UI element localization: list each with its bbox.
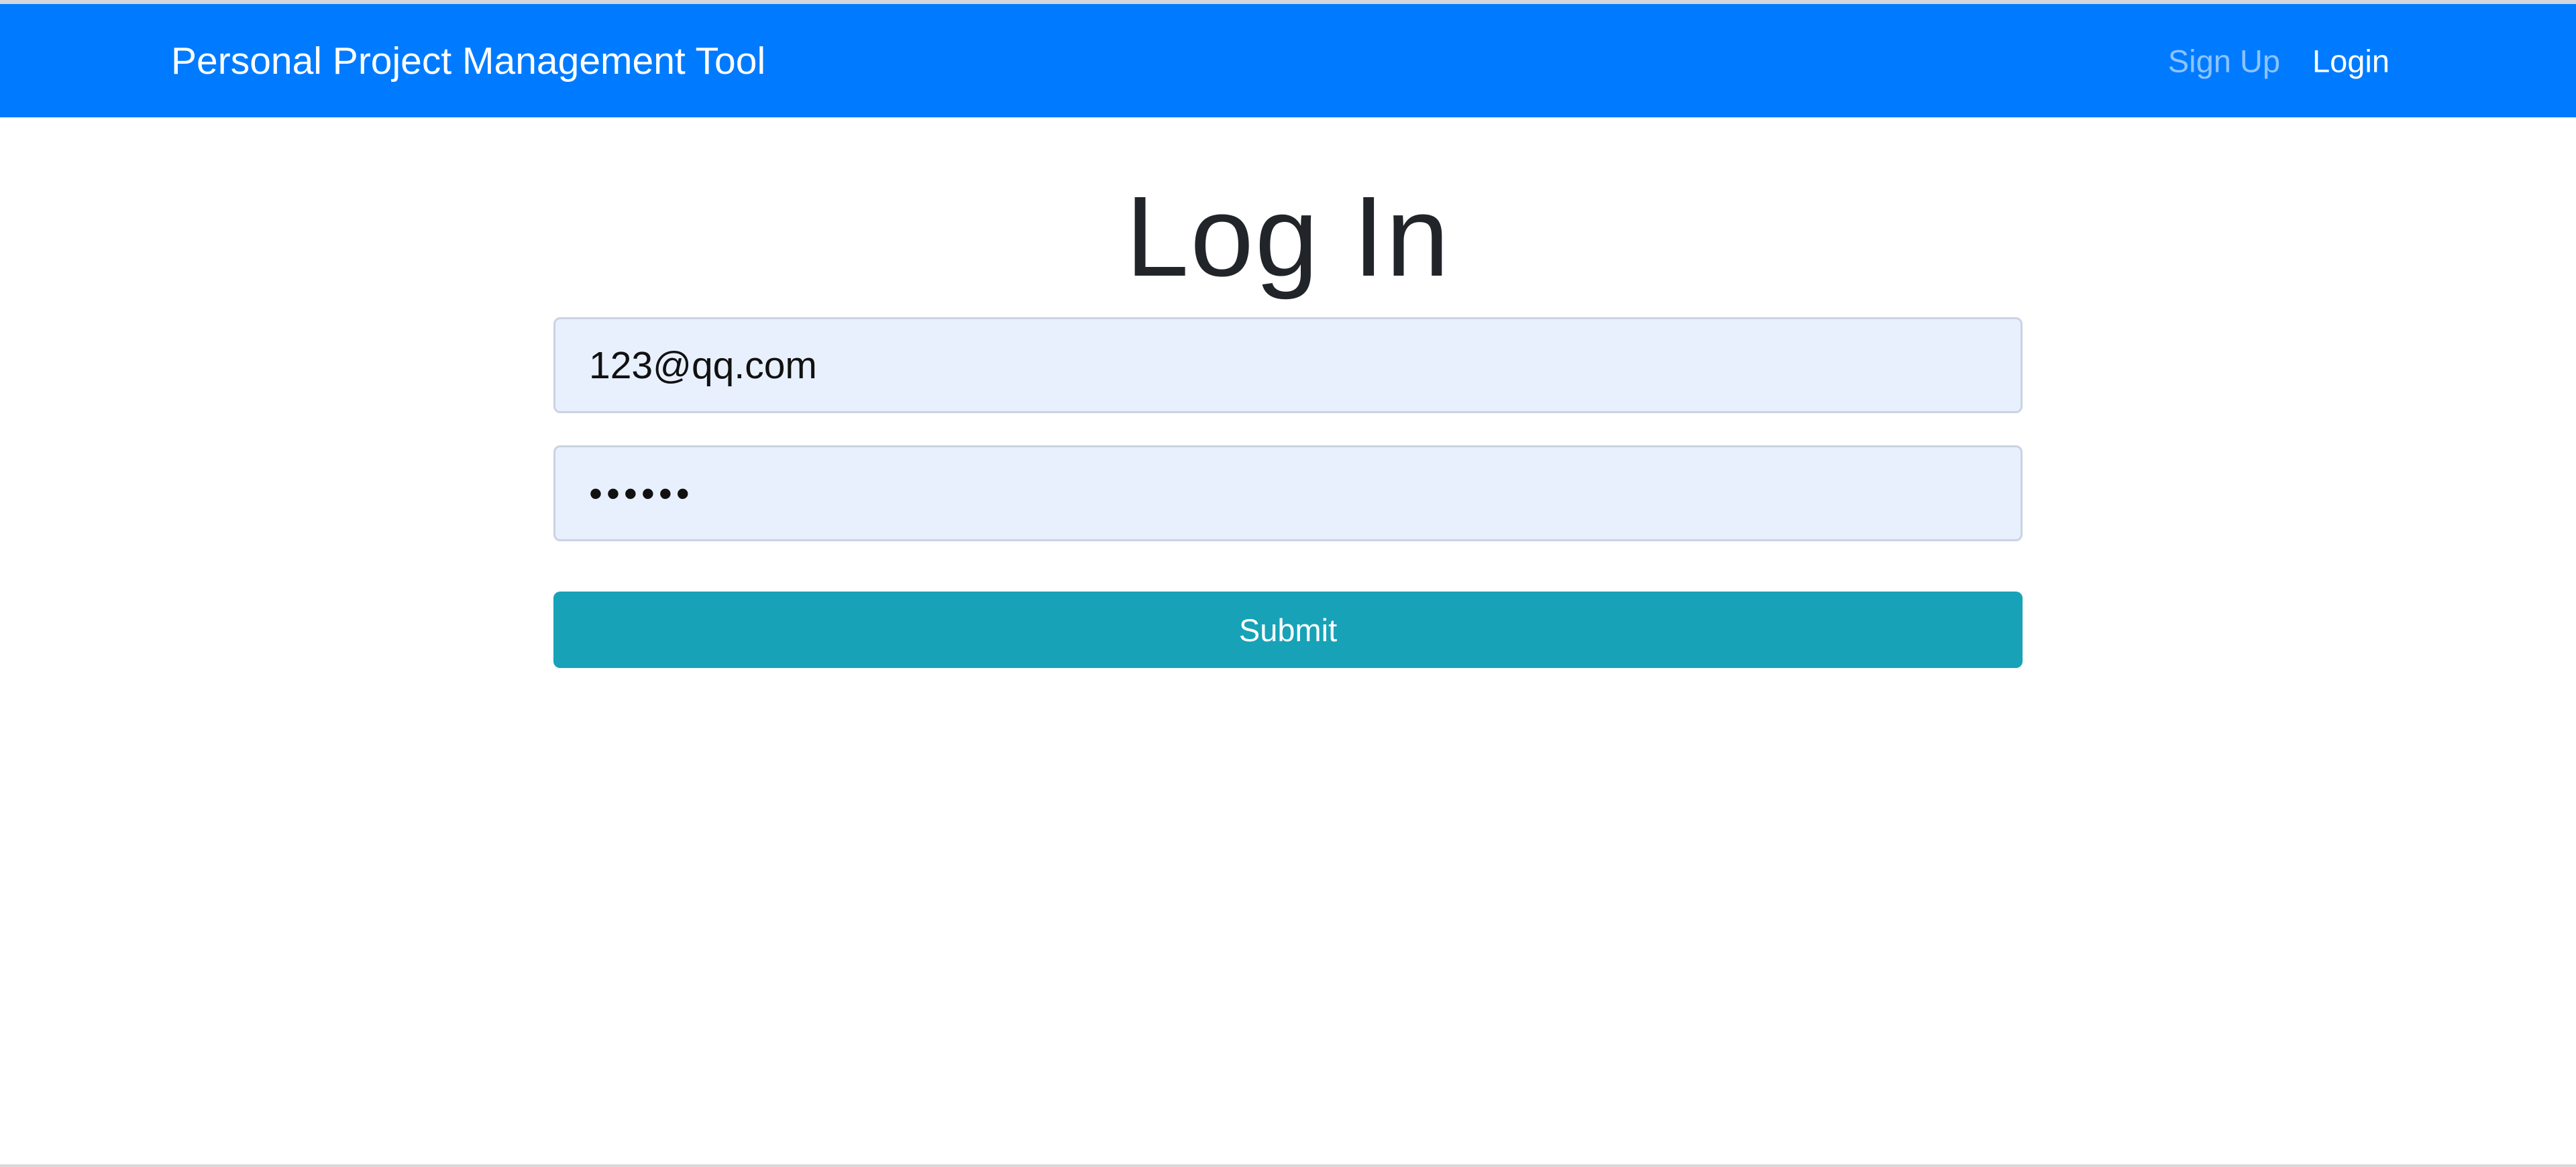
window-bottom-border: [0, 1164, 2576, 1167]
navbar: Personal Project Management Tool Sign Up…: [0, 4, 2576, 117]
password-field[interactable]: [553, 445, 2023, 541]
login-link[interactable]: Login: [2312, 42, 2390, 79]
page-title: Log In: [1125, 173, 1451, 300]
navbar-links: Sign Up Login: [2168, 42, 2390, 79]
sign-up-link[interactable]: Sign Up: [2168, 42, 2280, 79]
email-field[interactable]: [553, 317, 2023, 413]
navbar-brand[interactable]: Personal Project Management Tool: [171, 39, 765, 83]
submit-button[interactable]: Submit: [553, 592, 2023, 668]
